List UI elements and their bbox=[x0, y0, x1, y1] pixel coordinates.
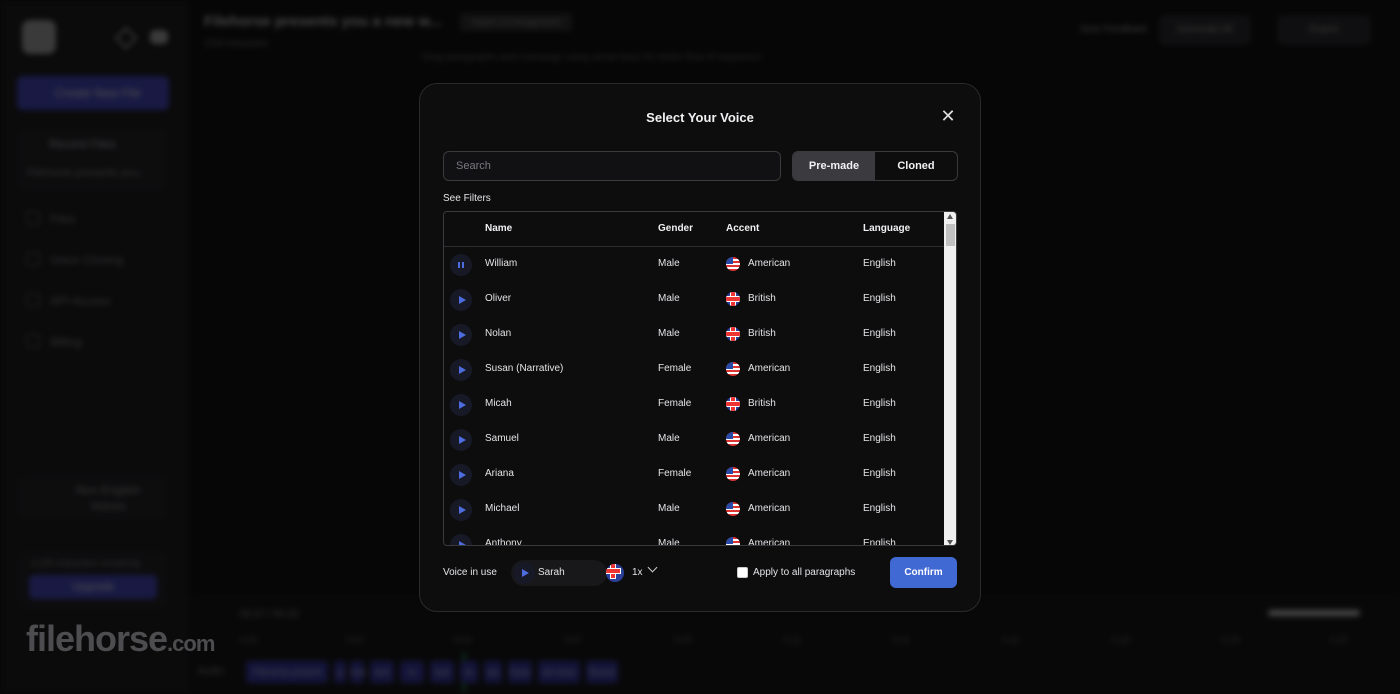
voice-name: Susan (Narrative) bbox=[485, 363, 564, 374]
voice-gender: Male bbox=[658, 293, 680, 304]
see-filters-link[interactable]: See Filters bbox=[443, 193, 491, 204]
play-icon[interactable] bbox=[450, 429, 472, 451]
voice-name: Samuel bbox=[485, 433, 519, 444]
us-flag-icon bbox=[726, 257, 740, 271]
voice-gender: Female bbox=[658, 468, 692, 479]
voice-name: William bbox=[485, 258, 518, 269]
voice-table: Name Gender Accent Language William Male A… bbox=[443, 211, 957, 546]
voice-language: English bbox=[863, 258, 896, 269]
column-header-language: Language bbox=[863, 223, 911, 234]
us-flag-icon bbox=[726, 537, 740, 545]
voice-name: Michael bbox=[485, 503, 520, 514]
table-row[interactable]: Susan (Narrative) Female American English bbox=[444, 352, 944, 387]
voice-accent: American bbox=[748, 468, 791, 479]
column-header-gender: Gender bbox=[658, 223, 694, 234]
voice-in-use-pill: Sarah bbox=[511, 560, 607, 586]
us-flag-icon bbox=[726, 502, 740, 516]
play-icon[interactable] bbox=[450, 359, 472, 381]
voice-name: Ariana bbox=[485, 468, 514, 479]
uk-flag-icon bbox=[726, 292, 740, 306]
voice-gender: Female bbox=[658, 363, 692, 374]
tab-pre-made[interactable]: Pre-made bbox=[793, 152, 875, 180]
dialog-title: Select Your Voice bbox=[646, 110, 754, 125]
voice-accent: British bbox=[748, 398, 776, 409]
voice-search-input[interactable] bbox=[443, 151, 781, 181]
voice-type-toggle: Pre-made Cloned bbox=[792, 151, 958, 181]
us-flag-icon bbox=[726, 362, 740, 376]
voice-accent: British bbox=[748, 328, 776, 339]
uk-flag-icon bbox=[726, 397, 740, 411]
scroll-up-icon[interactable] bbox=[947, 214, 953, 219]
apply-all-label[interactable]: Apply to all paragraphs bbox=[753, 567, 855, 578]
voice-language: English bbox=[863, 328, 896, 339]
voice-gender: Female bbox=[658, 398, 692, 409]
uk-flag-icon bbox=[726, 327, 740, 341]
close-icon[interactable]: ✕ bbox=[940, 107, 956, 125]
voice-language: English bbox=[863, 538, 896, 546]
chevron-down-icon[interactable] bbox=[647, 562, 658, 573]
voice-language: English bbox=[863, 468, 896, 479]
play-icon[interactable] bbox=[450, 324, 472, 346]
play-icon[interactable] bbox=[450, 289, 472, 311]
voice-accent: American bbox=[748, 258, 791, 269]
play-icon[interactable] bbox=[450, 499, 472, 521]
voice-gender: Male bbox=[658, 328, 680, 339]
play-icon[interactable] bbox=[450, 394, 472, 416]
table-row[interactable]: Michael Male American English bbox=[444, 492, 944, 527]
voice-accent: British bbox=[748, 293, 776, 304]
pause-icon[interactable] bbox=[450, 254, 472, 276]
voice-name: Nolan bbox=[485, 328, 512, 339]
voice-language: English bbox=[863, 398, 896, 409]
us-flag-icon bbox=[726, 467, 740, 481]
speed-value[interactable]: 1x bbox=[632, 567, 643, 578]
voice-language: English bbox=[863, 363, 896, 374]
voice-accent: American bbox=[748, 363, 791, 374]
table-row[interactable]: Micah Female British English bbox=[444, 387, 944, 422]
play-icon[interactable] bbox=[513, 562, 535, 584]
voice-name: Oliver bbox=[485, 293, 512, 304]
voice-in-use-label: Voice in use bbox=[443, 567, 497, 578]
confirm-button[interactable]: Confirm bbox=[890, 557, 957, 588]
voice-language: English bbox=[863, 503, 896, 514]
play-icon[interactable] bbox=[450, 464, 472, 486]
table-row[interactable]: Nolan Male British English bbox=[444, 317, 944, 352]
voice-name: Anthony bbox=[485, 538, 522, 546]
voice-gender: Male bbox=[658, 538, 680, 546]
uk-flag-icon bbox=[606, 564, 624, 582]
table-row[interactable]: Oliver Male British English bbox=[444, 282, 944, 317]
voice-language: English bbox=[863, 433, 896, 444]
voice-gender: Male bbox=[658, 503, 680, 514]
column-header-name: Name bbox=[485, 223, 513, 234]
tab-cloned[interactable]: Cloned bbox=[875, 152, 957, 180]
voice-language: English bbox=[863, 293, 896, 304]
table-row[interactable]: Samuel Male American English bbox=[444, 422, 944, 457]
voice-gender: Male bbox=[658, 433, 680, 444]
voice-in-use-name: Sarah bbox=[538, 567, 565, 578]
table-row[interactable]: Anthony Male American English bbox=[444, 527, 944, 546]
column-header-accent: Accent bbox=[726, 223, 760, 234]
table-scrollbar[interactable] bbox=[944, 212, 956, 545]
play-icon[interactable] bbox=[450, 534, 472, 545]
voice-gender: Male bbox=[658, 258, 680, 269]
select-voice-dialog: Select Your Voice ✕ Pre-made Cloned See … bbox=[419, 83, 981, 612]
apply-all-checkbox[interactable] bbox=[737, 567, 748, 578]
voice-accent: American bbox=[748, 503, 791, 514]
voice-accent: American bbox=[748, 538, 791, 546]
voice-name: Micah bbox=[485, 398, 512, 409]
table-header: Name Gender Accent Language bbox=[444, 212, 944, 247]
scroll-down-icon[interactable] bbox=[947, 540, 953, 545]
scrollbar-thumb[interactable] bbox=[946, 224, 955, 246]
us-flag-icon bbox=[726, 432, 740, 446]
voice-accent: American bbox=[748, 433, 791, 444]
table-row[interactable]: Ariana Female American English bbox=[444, 457, 944, 492]
table-row[interactable]: William Male American English bbox=[444, 247, 944, 282]
